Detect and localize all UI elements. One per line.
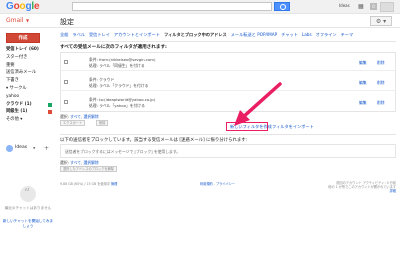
storage-usage: 9.88 GB (65%) / 15 GB を使用中 管理: [60, 181, 117, 186]
filter-checkbox[interactable]: [64, 100, 68, 104]
select-none-link[interactable]: 選択解除: [84, 160, 99, 165]
blocked-description: 以下の送信者をブロックしています。該当する受信メールは [迷惑メール] に振り分…: [60, 138, 248, 143]
sidebar-item-label: 重要: [6, 62, 15, 68]
settings-tab[interactable]: ラベル: [72, 32, 85, 38]
export-button[interactable]: エクスポート: [60, 120, 86, 126]
sidebar-item-label: スター付き: [6, 54, 28, 60]
google-logo[interactable]: Google: [6, 1, 40, 12]
edit-filter-link[interactable]: 編集: [359, 80, 367, 86]
settings-tab[interactable]: Labs: [302, 32, 312, 37]
select-all-link[interactable]: すべて: [70, 114, 81, 119]
settings-tab[interactable]: オフライン: [316, 32, 337, 38]
label-color-icon[interactable]: [48, 110, 52, 115]
sidebar-item[interactable]: yahoo: [6, 93, 56, 101]
select-none-link[interactable]: 選択解除: [84, 114, 99, 119]
logo-letter: G: [6, 1, 14, 12]
page-title: 設定: [60, 18, 74, 26]
account-activity: 前回のアカウント アクティビティ: 0 分前 他の 1 か所でこのアカウントが開…: [324, 181, 396, 194]
filters-heading: すべての受信メールに次のフィルタが適用されます:: [60, 45, 167, 50]
select-all-link[interactable]: すべて: [70, 160, 81, 165]
logo-letter: e: [33, 1, 40, 12]
gmail-menu-label[interactable]: Gmail: [6, 17, 24, 24]
sidebar-item[interactable]: 送信済みメール: [6, 69, 56, 77]
sidebar-item[interactable]: 下書き: [6, 77, 56, 85]
settings-tab[interactable]: テーマ: [341, 32, 354, 38]
sidebar-footer-icons: [6, 251, 56, 260]
page-footer: 9.88 GB (65%) / 15 GB を使用中 管理 利用規約 - プライ…: [60, 178, 396, 194]
chat-empty-message: 最近のチャットはありません: [4, 206, 52, 210]
filter-action: 処理: ラベル「yahoo」を付ける: [89, 103, 145, 108]
filter-action: 処理: ラベル「クラウド」を付ける: [89, 83, 149, 88]
user-name[interactable]: Ideas: [339, 3, 350, 8]
activity-details-link[interactable]: 詳細: [324, 189, 396, 193]
start-chat-link[interactable]: 新しいチャットを開始してみましょう: [2, 219, 54, 229]
sidebar-item-label: 受信トレイ (60): [6, 47, 39, 52]
select-prefix: 選択:: [60, 114, 69, 119]
activity-line: 他の 1 か所でこのアカウントが開かれています: [328, 185, 396, 190]
hangouts-user-name[interactable]: Ideas: [15, 145, 27, 150]
unblock-button[interactable]: 選択したアドレスのブロックを解除: [60, 166, 117, 172]
sidebar-item-label: クラウド (1): [6, 101, 32, 107]
search-input[interactable]: [72, 2, 272, 11]
filter-checkbox[interactable]: [64, 60, 68, 64]
blocked-list: 送信者をブロックするにはメッセージで [ブロック] を使用します。: [60, 144, 396, 158]
settings-tab[interactable]: アカウントとインポート: [114, 32, 160, 38]
terms-link[interactable]: 利用規約: [200, 182, 213, 186]
top-bar: Google Ideas ▦ 0: [0, 0, 400, 14]
sidebar-item[interactable]: その他 ▾: [6, 116, 56, 124]
sidebar-item-label: 送信済みメール: [6, 70, 37, 76]
filter-row: 条件: from:(nikkeiseo@sevgin.com) 処理: ラベル「同…: [61, 53, 395, 71]
sidebar-nav: 受信トレイ (60) スター付き重要送信済みメール 下書き ▾ サークル yahoo クラ…: [6, 46, 56, 124]
search-button[interactable]: [274, 2, 290, 11]
sidebar-item[interactable]: ▾ サークル: [6, 85, 56, 93]
delete-filters-button[interactable]: 削除: [96, 120, 109, 126]
sidebar-item-label: ▾ サークル: [6, 85, 27, 91]
storage-usage-text: 9.88 GB (65%) / 15 GB を使用中: [60, 182, 110, 186]
settings-tab[interactable]: チャット: [281, 32, 298, 38]
add-chat-icon[interactable]: +: [44, 145, 49, 152]
chat-bubble-icon: [20, 186, 36, 202]
privacy-link[interactable]: プライバシー: [216, 182, 235, 186]
compose-button[interactable]: 作成: [6, 33, 40, 43]
sidebar-item-label: yahoo: [6, 93, 20, 99]
filter-checkbox[interactable]: [64, 80, 68, 84]
sidebar-item[interactable]: 受信トレイ (60): [6, 46, 56, 54]
edit-filter-link[interactable]: 編集: [359, 60, 367, 66]
settings-tab[interactable]: フィルタとブロック中のアドレス: [164, 32, 227, 38]
hangouts-avatar[interactable]: [6, 145, 13, 152]
manage-storage-link[interactable]: 管理: [111, 182, 117, 186]
notifications-icon[interactable]: 0: [370, 3, 377, 10]
sidebar-item-label: 下書き: [6, 78, 19, 84]
chevron-down-icon[interactable]: ▼: [33, 146, 35, 150]
delete-filter-link[interactable]: 削除: [377, 60, 385, 66]
delete-filter-link[interactable]: 削除: [377, 100, 385, 106]
sidebar-item-label: その他 ▾: [6, 117, 23, 123]
label-color-icon[interactable]: [48, 102, 52, 107]
delete-filter-link[interactable]: 削除: [377, 80, 385, 86]
legal-links: 利用規約 - プライバシー: [200, 182, 235, 186]
chevron-down-icon[interactable]: ▼: [26, 18, 29, 23]
create-filter-link[interactable]: 新しいフィルタを作成: [230, 124, 272, 130]
sidebar-item[interactable]: 同級生 (1): [6, 108, 56, 116]
apps-grid-icon[interactable]: ▦: [358, 3, 366, 11]
import-filter-link[interactable]: フィルタをインポート: [272, 124, 314, 130]
settings-gear-button[interactable]: ⚙ ▾: [370, 16, 392, 26]
sidebar-item[interactable]: 重要: [6, 62, 56, 70]
sidebar-item[interactable]: スター付き: [6, 54, 56, 62]
sidebar-item[interactable]: クラウド (1): [6, 101, 56, 109]
edit-filter-link[interactable]: 編集: [359, 100, 367, 106]
settings-tab[interactable]: 全般: [60, 32, 68, 38]
divider: [60, 134, 396, 135]
select-prefix: 選択:: [60, 160, 69, 165]
blocked-empty-message: 送信者をブロックするにはメッセージで [ブロック] を使用します。: [65, 149, 181, 154]
sidebar-item-label: 同級生 (1): [6, 109, 28, 115]
filter-action: 処理: ラベル「同級生」を付ける: [89, 63, 145, 68]
settings-tab[interactable]: メール転送と POP/IMAP: [231, 32, 277, 38]
account-avatar[interactable]: [380, 2, 394, 12]
divider: [60, 41, 396, 42]
sub-bar: Gmail ▼ 設定 ⚙ ▾: [0, 14, 400, 28]
settings-tabs: 全般 ラベル 受信トレイ アカウントとインポート フィルタとブロック中のアドレス メール転…: [60, 32, 396, 40]
settings-tab[interactable]: 受信トレイ: [89, 32, 110, 38]
